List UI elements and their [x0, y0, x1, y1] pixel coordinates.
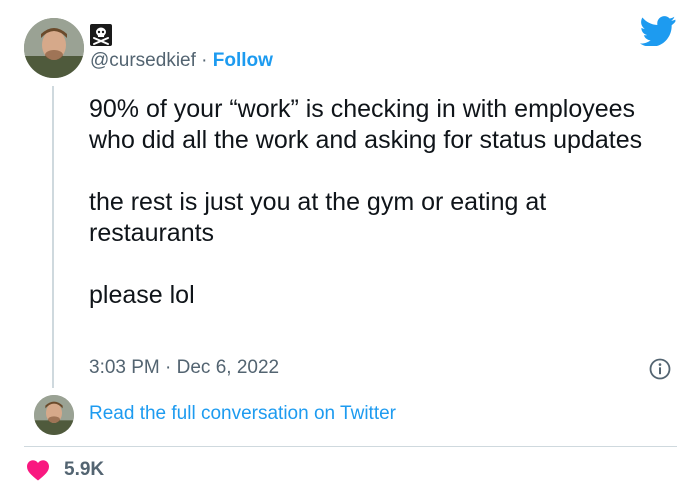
avatar-small[interactable]	[34, 395, 74, 435]
thread-line	[52, 86, 54, 388]
handle-row: @cursedkief · Follow	[90, 50, 273, 72]
read-full-conversation-link[interactable]: Read the full conversation on Twitter	[89, 402, 396, 426]
heart-icon	[27, 460, 49, 481]
tweet-paragraph: the rest is just you at the gym or eatin…	[89, 188, 554, 247]
twitter-bird-icon[interactable]	[640, 16, 676, 46]
user-handle[interactable]: @cursedkief	[90, 50, 196, 71]
avatar-image	[24, 18, 84, 78]
skull-crossbones-icon	[90, 24, 112, 46]
tweet-paragraph: 90% of your “work” is checking in with e…	[89, 95, 643, 154]
avatar-image	[34, 395, 74, 435]
info-icon[interactable]	[649, 358, 671, 380]
divider	[24, 446, 677, 447]
like-count: 5.9K	[64, 459, 105, 480]
separator-dot: ·	[201, 50, 213, 71]
tweet-paragraph: please lol	[89, 281, 195, 309]
timestamp-link[interactable]: 3:03 PM · Dec 6, 2022	[89, 356, 279, 380]
tweet-card: @cursedkief · Follow 90% of your “work” …	[0, 0, 700, 499]
avatar[interactable]	[24, 18, 84, 78]
follow-button[interactable]: Follow	[213, 50, 273, 71]
tweet-text: 90% of your “work” is checking in with e…	[89, 94, 669, 311]
